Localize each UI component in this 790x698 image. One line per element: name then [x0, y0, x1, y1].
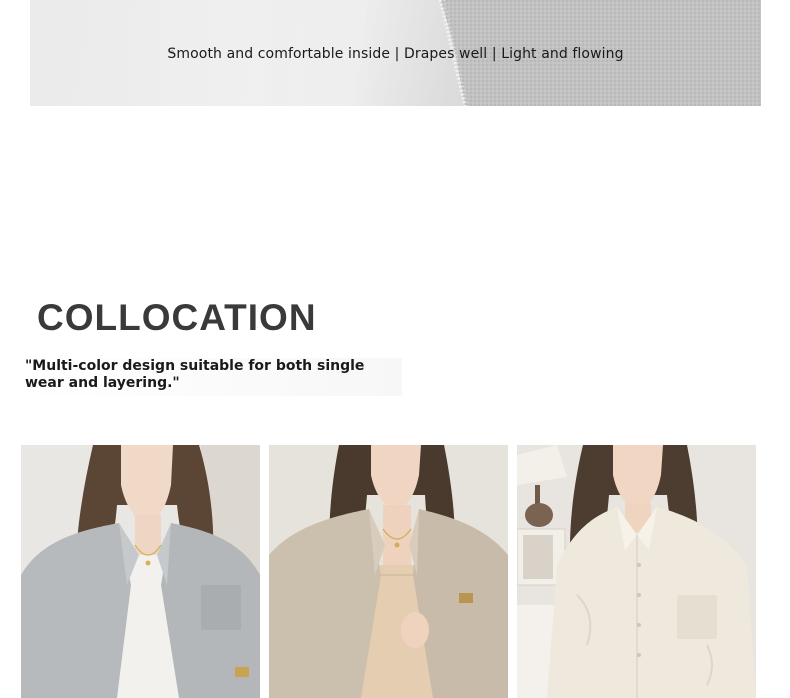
- khaki-shirt-photo[interactable]: [269, 445, 508, 698]
- grey-blue-shirt-photo[interactable]: [21, 445, 260, 698]
- collocation-photo-row: [21, 445, 761, 698]
- product-detail-page: Smooth and comfortable inside | Drapes w…: [0, 0, 790, 698]
- white-shirt-photo[interactable]: [517, 445, 756, 698]
- collocation-description: "Multi-color design suitable for both si…: [22, 358, 402, 396]
- fabric-texture-banner: Smooth and comfortable inside | Drapes w…: [30, 0, 761, 106]
- fabric-caption: Smooth and comfortable inside | Drapes w…: [167, 46, 624, 62]
- collocation-heading: COLLOCATION: [37, 297, 317, 338]
